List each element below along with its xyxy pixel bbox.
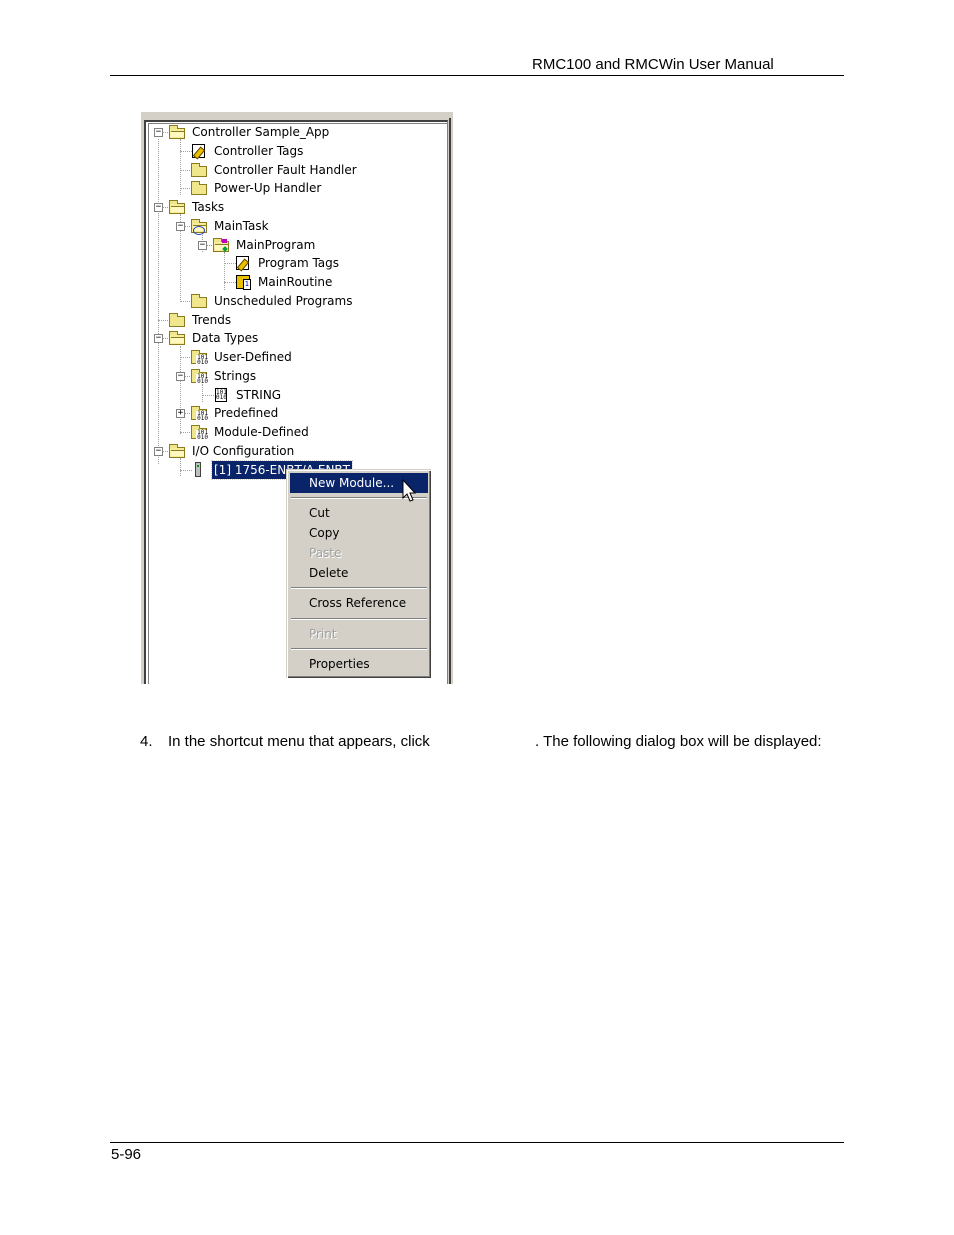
header-rule [110, 75, 844, 76]
tree-line [158, 139, 159, 464]
menu-item-delete[interactable]: Delete [290, 563, 428, 583]
tree-node-label[interactable]: Module-Defined [212, 423, 311, 441]
tree-node-label[interactable]: Data Types [190, 329, 260, 347]
routine-icon [234, 274, 252, 290]
collapse-icon[interactable]: − [198, 240, 207, 250]
tree-node[interactable]: Controller Tags [190, 142, 305, 160]
tree-node-label[interactable]: Strings [212, 367, 258, 385]
tree-line [180, 139, 181, 195]
tree-node-label[interactable]: STRING [234, 386, 283, 404]
collapse-icon[interactable]: − [154, 128, 163, 137]
page-number: 5-96 [111, 1146, 142, 1163]
tree-node[interactable]: 101 010 Module-Defined [190, 423, 311, 441]
menu-item-properties[interactable]: Properties [290, 654, 428, 674]
datatype-folder-icon: 101 010 [190, 368, 209, 384]
module-icon [190, 461, 208, 478]
tree-node[interactable]: Data Types [168, 329, 260, 347]
tree-node[interactable]: 101 010 Predefined [190, 404, 280, 422]
datatype-folder-icon: 101 010 [190, 405, 209, 422]
tree-node-label[interactable]: Controller Sample_App [190, 123, 331, 141]
tree-node-label[interactable]: Trends [190, 311, 233, 329]
menu-separator [291, 648, 427, 650]
folder-icon [190, 293, 208, 309]
tree-node[interactable]: MainProgram [212, 236, 317, 254]
menu-separator [291, 587, 427, 589]
tree-node-label[interactable]: Program Tags [256, 254, 341, 272]
tree-node[interactable]: Trends [168, 311, 233, 329]
menu-item-copy[interactable]: Copy [290, 523, 428, 543]
tree-node[interactable]: Controller Fault Handler [190, 161, 359, 179]
folder-open-icon [168, 443, 186, 459]
menu-item-print: Print [309, 627, 337, 641]
folder-icon [168, 312, 186, 328]
tree-node-label[interactable]: Unscheduled Programs [212, 292, 354, 310]
step-text: In the shortcut menu that appears, click [168, 733, 430, 750]
folder-icon [190, 180, 208, 196]
datatype-folder-icon: 101 010 [190, 349, 209, 366]
tree-node-label[interactable]: MainProgram [234, 236, 317, 254]
tree-node[interactable]: Program Tags [234, 254, 341, 272]
folder-icon [190, 162, 208, 178]
tags-icon [234, 255, 252, 271]
tree-node[interactable]: Tasks [168, 198, 226, 216]
tags-icon [190, 143, 208, 159]
step-number: 4. [140, 733, 153, 750]
collapse-icon[interactable]: − [154, 334, 163, 344]
collapse-icon[interactable]: − [154, 446, 163, 456]
tree-node-label[interactable]: User-Defined [212, 348, 294, 366]
tree-node[interactable]: Power-Up Handler [190, 179, 323, 197]
tree-line [180, 458, 181, 476]
menu-item-cross-reference[interactable]: Cross Reference [290, 593, 428, 613]
menu-item-paste: Paste [309, 546, 342, 560]
tree-line [202, 384, 203, 402]
tree-node[interactable]: Unscheduled Programs [190, 292, 354, 310]
task-icon [190, 218, 208, 235]
tree-node-label[interactable]: Predefined [212, 404, 280, 422]
mouse-cursor-icon [402, 479, 417, 502]
tree-node[interactable]: 101 010 STRING [212, 386, 283, 404]
tree-node[interactable]: 101 010 Strings [190, 367, 258, 385]
tree-node[interactable]: Controller Sample_App [168, 123, 331, 141]
datatype-folder-icon: 101 010 [190, 424, 209, 441]
folder-open-icon [168, 199, 186, 215]
folder-open-icon [168, 330, 186, 346]
step-text-continued: . The following dialog box will be displ… [535, 733, 822, 750]
tree-node-label[interactable]: Power-Up Handler [212, 179, 323, 197]
tree-node[interactable]: MainTask [190, 217, 271, 235]
tree-node[interactable]: I/O Configuration [168, 442, 296, 460]
collapse-icon[interactable]: − [176, 371, 185, 381]
tree-node-label[interactable]: Tasks [190, 198, 226, 216]
manual-title: RMC100 and RMCWin User Manual [532, 56, 774, 73]
tree-line [224, 252, 225, 290]
collapse-icon[interactable]: − [176, 221, 185, 231]
collapse-icon[interactable]: − [154, 203, 163, 212]
window-edge [449, 118, 451, 684]
tree-line [180, 346, 181, 434]
expand-icon[interactable]: + [176, 409, 185, 419]
tree-node-label[interactable]: MainTask [212, 217, 271, 235]
tree-node-label[interactable]: I/O Configuration [190, 442, 296, 460]
footer-rule [110, 1142, 844, 1143]
datatype-icon: 101 010 [215, 387, 227, 402]
tree-node-label[interactable]: Controller Fault Handler [212, 161, 359, 179]
menu-separator [291, 618, 427, 620]
controller-organizer-screenshot: − Controller Sample_App Controller Tags Con… [141, 112, 453, 684]
folder-open-icon [168, 124, 186, 140]
program-icon [212, 237, 230, 253]
menu-item-cut[interactable]: Cut [290, 503, 428, 523]
tree-node-label[interactable]: Controller Tags [212, 142, 305, 160]
tree-node-label[interactable]: MainRoutine [256, 273, 334, 291]
tree-node[interactable]: MainRoutine [234, 273, 334, 291]
tree-node[interactable]: 101 010 User-Defined [190, 348, 294, 366]
